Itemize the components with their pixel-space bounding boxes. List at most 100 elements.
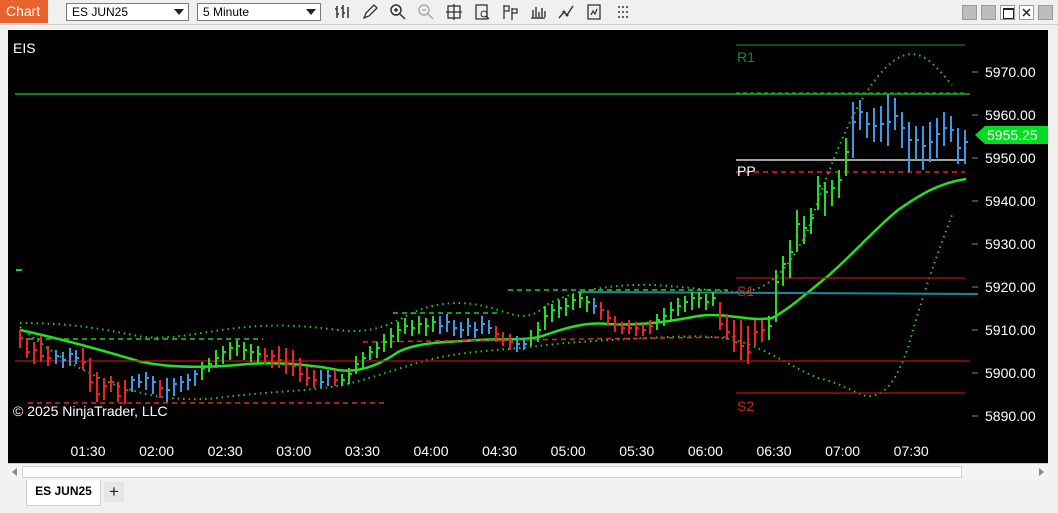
price-bar: [187, 374, 191, 390]
price-bar: [208, 358, 212, 372]
price-bar: [341, 374, 345, 386]
price-bar: [691, 292, 695, 310]
price-bar: [166, 378, 170, 402]
price-bar: [964, 130, 968, 164]
copyright-label: © 2025 NinjaTrader, LLC: [13, 403, 168, 419]
price-bar: [670, 302, 674, 320]
y-tick-label: 5960.00: [985, 107, 1036, 123]
x-tick-label: 01:30: [70, 443, 105, 459]
chevron-down-icon: [174, 9, 184, 15]
horizontal-scrollbar[interactable]: [8, 463, 1048, 480]
price-bar: [810, 208, 814, 234]
scrollbar-thumb[interactable]: [22, 466, 962, 478]
window-minimize-button[interactable]: [962, 5, 977, 20]
price-bar: [397, 322, 401, 342]
window-close-button[interactable]: [1019, 5, 1034, 20]
price-bar: [313, 370, 317, 388]
scroll-right-icon[interactable]: [1039, 468, 1044, 476]
indicators-icon[interactable]: [501, 3, 519, 21]
y-tick-label: 5950.00: [985, 150, 1036, 166]
price-bar: [642, 324, 646, 336]
current-price-value: 5955.25: [987, 127, 1038, 143]
price-bar: [383, 334, 387, 352]
window-pin-button[interactable]: [1038, 5, 1053, 20]
price-bar: [943, 112, 947, 146]
price-bar: [334, 370, 338, 386]
strategies-icon[interactable]: [529, 3, 547, 21]
price-bar: [460, 322, 464, 338]
price-bar: [82, 348, 86, 370]
add-tab-button[interactable]: +: [104, 482, 124, 502]
window-restore-button[interactable]: [981, 5, 996, 20]
price-bar: [131, 376, 135, 392]
chart-panel[interactable]: EIS © 2025 NinjaTrader, LLC R1 PP S1 S2 …: [8, 30, 1048, 463]
price-bar: [55, 350, 59, 364]
price-bar: [684, 296, 688, 312]
price-bar: [663, 308, 667, 326]
price-bar: [229, 342, 233, 360]
price-bar: [957, 128, 961, 164]
zoom-in-icon[interactable]: [389, 3, 407, 21]
bar-type-icon[interactable]: [333, 3, 351, 21]
chevron-down-icon: [306, 9, 316, 15]
data-box-icon[interactable]: [473, 3, 491, 21]
price-bar: [474, 322, 478, 338]
price-bar: [726, 314, 730, 340]
y-tick-label: 5930.00: [985, 236, 1036, 252]
price-bar: [817, 176, 821, 210]
drawing-tools-icon[interactable]: [557, 3, 575, 21]
price-bar: [425, 318, 429, 336]
price-bar: [838, 170, 842, 198]
price-bar: [411, 320, 415, 336]
tab-es-jun25[interactable]: ES JUN25: [26, 480, 101, 506]
window-maximize-button[interactable]: [1000, 5, 1015, 20]
zoom-out-icon[interactable]: [417, 3, 435, 21]
price-bar: [103, 378, 107, 400]
price-bar: [327, 370, 331, 386]
price-chart[interactable]: EIS © 2025 NinjaTrader, LLC R1 PP S1 S2 …: [8, 30, 1048, 463]
crosshair-icon[interactable]: [445, 3, 463, 21]
price-bar: [803, 216, 807, 244]
interval-value: 5 Minute: [203, 5, 250, 19]
price-bar: [89, 358, 93, 392]
price-bar: [929, 122, 933, 162]
more-icon[interactable]: [615, 3, 633, 21]
price-axis[interactable]: 5970.00 5960.00 5950.00 5940.00 5930.00 5920.…: [972, 64, 1036, 424]
instrument-selector[interactable]: ES JUN25: [66, 3, 189, 21]
price-bar: [467, 318, 471, 336]
time-axis[interactable]: 01:30 02:00 02:30 03:00 03:30 04:00 04:30 05:00…: [70, 443, 928, 459]
price-bar: [453, 320, 457, 336]
price-bar: [586, 296, 590, 312]
scroll-left-icon[interactable]: [12, 468, 17, 476]
price-bar: [481, 316, 485, 334]
x-tick-label: 03:30: [345, 443, 380, 459]
price-bar: [733, 320, 737, 352]
pivot-pp-label: PP: [737, 163, 756, 179]
close-icon: [1022, 8, 1031, 17]
x-tick-label: 02:00: [139, 443, 174, 459]
price-bar: [502, 332, 506, 346]
price-bar: [705, 294, 709, 310]
price-bar: [698, 292, 702, 308]
y-tick-label: 5910.00: [985, 322, 1036, 338]
price-bar: [537, 322, 541, 342]
price-bar: [796, 210, 800, 252]
price-bar: [117, 382, 121, 402]
price-bar: [152, 376, 156, 394]
properties-icon[interactable]: [585, 3, 603, 21]
interval-selector[interactable]: 5 Minute: [197, 3, 321, 21]
price-bar: [551, 304, 555, 322]
x-tick-label: 03:00: [276, 443, 311, 459]
price-bar: [908, 122, 912, 172]
price-bar: [145, 372, 149, 390]
dashed-level-3: [362, 336, 737, 343]
price-bars: [19, 94, 968, 404]
x-tick-label: 04:00: [413, 443, 448, 459]
price-bar: [236, 340, 240, 356]
price-bar: [40, 336, 44, 362]
price-bar: [509, 334, 513, 350]
chart-toolbar: Chart ES JUN25 5 Minute: [0, 0, 1058, 25]
draw-pencil-icon[interactable]: [361, 3, 379, 21]
price-bar: [124, 380, 128, 404]
price-bar: [439, 316, 443, 334]
